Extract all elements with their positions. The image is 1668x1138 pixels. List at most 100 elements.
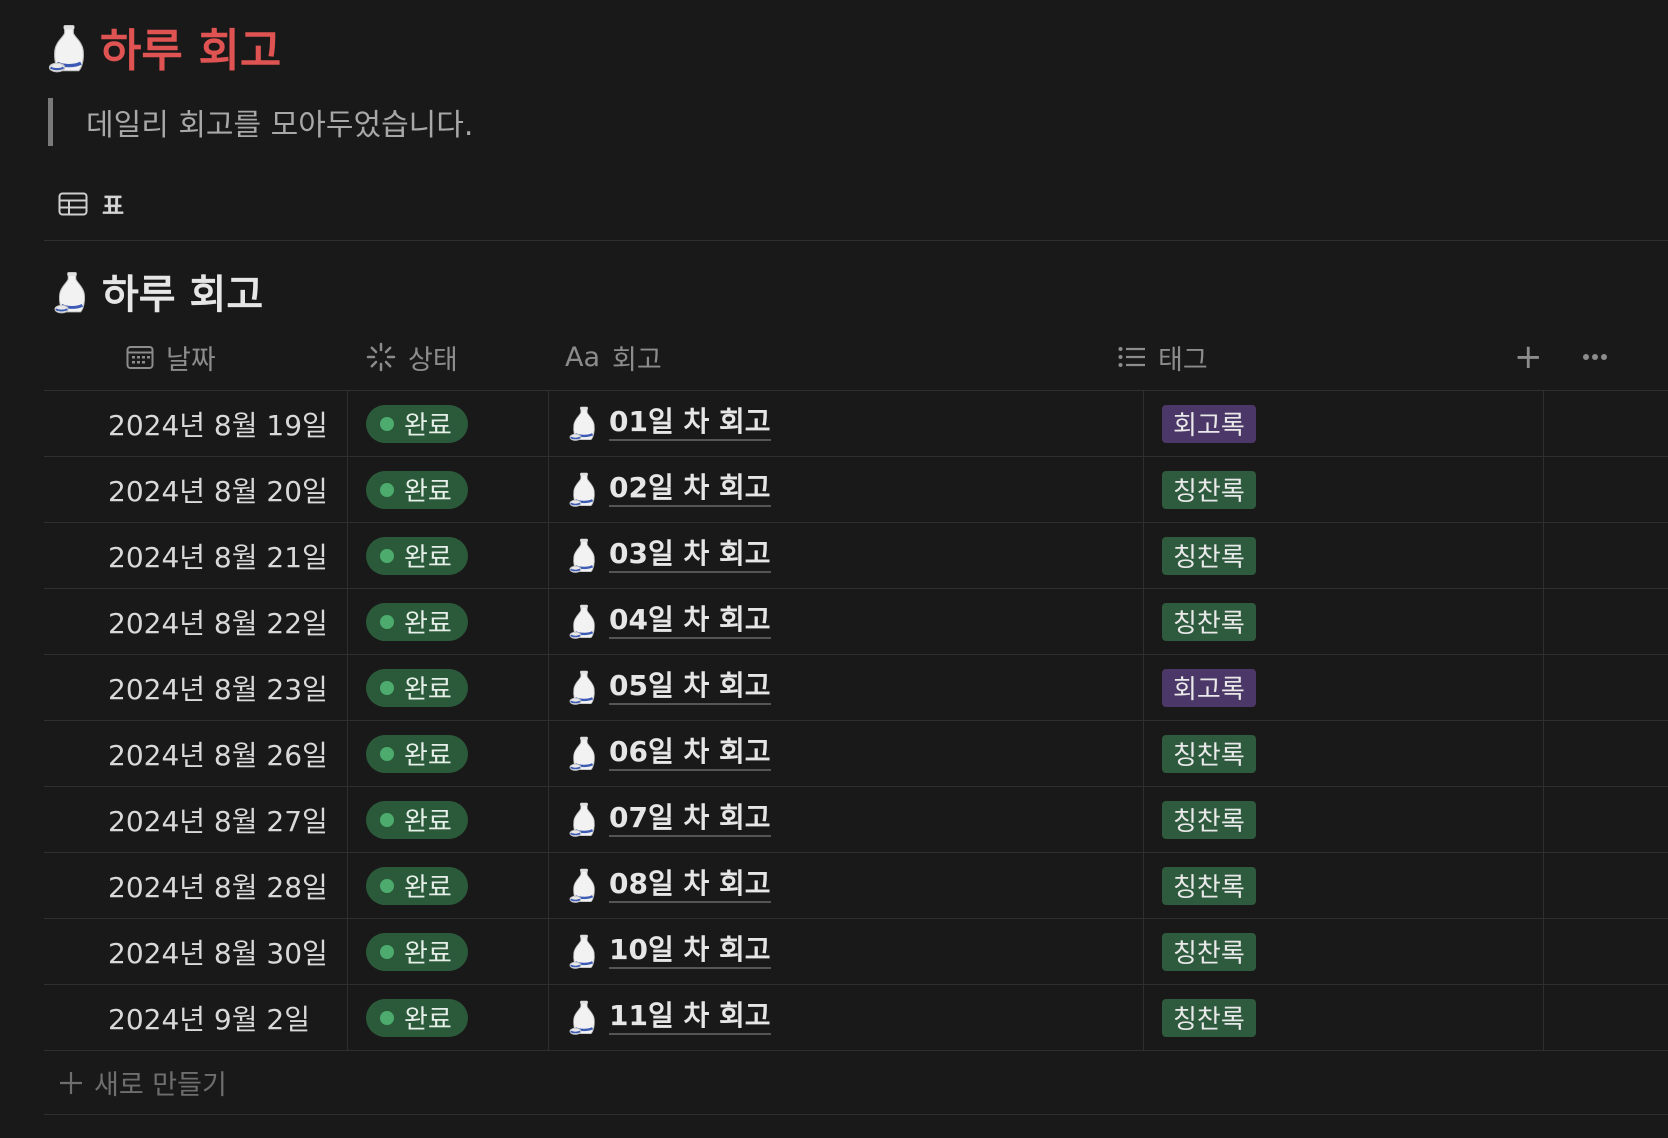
- page-link[interactable]: 08일 차 회고: [609, 868, 771, 903]
- table-row[interactable]: 2024년 8월 21일 완료 03일 차 회고 칭찬록: [44, 523, 1668, 589]
- cell-tag[interactable]: 칭찬록: [1145, 853, 1544, 918]
- tag-badge[interactable]: 칭찬록: [1162, 800, 1256, 839]
- cell-tag[interactable]: 회고록: [1145, 655, 1544, 720]
- status-badge[interactable]: 완료: [366, 536, 468, 575]
- more-options-button[interactable]: [1582, 324, 1608, 390]
- cell-title[interactable]: 01일 차 회고: [550, 391, 1144, 456]
- cell-tag[interactable]: 회고록: [1145, 391, 1544, 456]
- tag-badge[interactable]: 칭찬록: [1162, 602, 1256, 641]
- page-link[interactable]: 10일 차 회고: [609, 934, 771, 969]
- cell-title[interactable]: 02일 차 회고: [550, 457, 1144, 522]
- cell-tag[interactable]: 칭찬록: [1145, 985, 1544, 1050]
- cell-tag[interactable]: 칭찬록: [1145, 457, 1544, 522]
- cell-status[interactable]: 완료: [349, 721, 549, 786]
- status-badge[interactable]: 완료: [366, 800, 468, 839]
- cell-empty[interactable]: [1545, 853, 1668, 918]
- cell-empty[interactable]: [1545, 919, 1668, 984]
- table-row[interactable]: 2024년 8월 28일 완료 08일 차 회고 칭찬록: [44, 853, 1668, 919]
- cell-tag[interactable]: 칭찬록: [1145, 919, 1544, 984]
- cell-title[interactable]: 07일 차 회고: [550, 787, 1144, 852]
- cell-tag[interactable]: 칭찬록: [1145, 721, 1544, 786]
- cell-tag[interactable]: 칭찬록: [1145, 787, 1544, 852]
- page-link[interactable]: 02일 차 회고: [609, 472, 771, 507]
- cell-tag[interactable]: 칭찬록: [1145, 589, 1544, 654]
- status-badge[interactable]: 완료: [366, 734, 468, 773]
- page-link[interactable]: 11일 차 회고: [609, 1000, 771, 1035]
- tag-badge[interactable]: 칭찬록: [1162, 866, 1256, 905]
- cell-empty[interactable]: [1545, 655, 1668, 720]
- page-link[interactable]: 06일 차 회고: [609, 736, 771, 771]
- cell-status[interactable]: 완료: [349, 391, 549, 456]
- status-badge[interactable]: 완료: [366, 404, 468, 443]
- cell-date[interactable]: 2024년 8월 26일: [44, 721, 348, 786]
- status-badge[interactable]: 완료: [366, 602, 468, 641]
- cell-date[interactable]: 2024년 8월 27일: [44, 787, 348, 852]
- cell-date[interactable]: 2024년 8월 23일: [44, 655, 348, 720]
- view-tab-table[interactable]: 표: [58, 186, 124, 221]
- cell-empty[interactable]: [1545, 721, 1668, 786]
- cell-empty[interactable]: [1545, 523, 1668, 588]
- column-header-date[interactable]: 날짜: [126, 324, 216, 390]
- cell-empty[interactable]: [1545, 391, 1668, 456]
- table-row[interactable]: 2024년 8월 23일 완료 05일 차 회고 회고록: [44, 655, 1668, 721]
- cell-date[interactable]: 2024년 8월 28일: [44, 853, 348, 918]
- cell-date[interactable]: 2024년 8월 21일: [44, 523, 348, 588]
- cell-date[interactable]: 2024년 8월 19일: [44, 391, 348, 456]
- cell-date[interactable]: 2024년 8월 22일: [44, 589, 348, 654]
- table-row[interactable]: 2024년 8월 20일 완료 02일 차 회고 칭찬록: [44, 457, 1668, 523]
- cell-date[interactable]: 2024년 8월 20일: [44, 457, 348, 522]
- cell-status[interactable]: 완료: [349, 523, 549, 588]
- status-badge[interactable]: 완료: [366, 668, 468, 707]
- new-row-button[interactable]: 새로 만들기: [44, 1051, 1668, 1115]
- cell-title[interactable]: 10일 차 회고: [550, 919, 1144, 984]
- cell-status[interactable]: 완료: [349, 655, 549, 720]
- page-description[interactable]: 데일리 회고를 모아두었습니다.: [86, 100, 473, 144]
- page-title-text[interactable]: 하루 회고: [100, 14, 281, 79]
- database-title[interactable]: 하루 회고: [54, 262, 263, 320]
- table-row[interactable]: 2024년 8월 22일 완료 04일 차 회고 칭찬록: [44, 589, 1668, 655]
- tag-badge[interactable]: 칭찬록: [1162, 734, 1256, 773]
- status-badge[interactable]: 완료: [366, 998, 468, 1037]
- table-row[interactable]: 2024년 8월 30일 완료 10일 차 회고 칭찬록: [44, 919, 1668, 985]
- table-row[interactable]: 2024년 8월 27일 완료 07일 차 회고 칭찬록: [44, 787, 1668, 853]
- tag-badge[interactable]: 칭찬록: [1162, 998, 1256, 1037]
- tag-badge[interactable]: 회고록: [1162, 668, 1256, 707]
- tag-badge[interactable]: 칭찬록: [1162, 536, 1256, 575]
- cell-tag[interactable]: 칭찬록: [1145, 523, 1544, 588]
- cell-status[interactable]: 완료: [349, 853, 549, 918]
- cell-date[interactable]: 2024년 9월 2일: [44, 985, 348, 1050]
- table-row[interactable]: 2024년 9월 2일 완료 11일 차 회고 칭찬록: [44, 985, 1668, 1051]
- tag-badge[interactable]: 칭찬록: [1162, 932, 1256, 971]
- tag-badge[interactable]: 칭찬록: [1162, 470, 1256, 509]
- cell-date[interactable]: 2024년 8월 30일: [44, 919, 348, 984]
- cell-status[interactable]: 완료: [349, 919, 549, 984]
- cell-status[interactable]: 완료: [349, 457, 549, 522]
- cell-title[interactable]: 08일 차 회고: [550, 853, 1144, 918]
- status-badge[interactable]: 완료: [366, 932, 468, 971]
- table-row[interactable]: 2024년 8월 26일 완료 06일 차 회고 칭찬록: [44, 721, 1668, 787]
- column-header-status[interactable]: 상태: [366, 324, 458, 390]
- cell-title[interactable]: 06일 차 회고: [550, 721, 1144, 786]
- column-header-title[interactable]: Aa 회고: [565, 324, 662, 390]
- cell-status[interactable]: 완료: [349, 985, 549, 1050]
- cell-status[interactable]: 완료: [349, 589, 549, 654]
- status-badge[interactable]: 완료: [366, 470, 468, 509]
- cell-title[interactable]: 03일 차 회고: [550, 523, 1144, 588]
- cell-empty[interactable]: [1545, 787, 1668, 852]
- page-link[interactable]: 01일 차 회고: [609, 406, 771, 441]
- cell-empty[interactable]: [1545, 985, 1668, 1050]
- tag-badge[interactable]: 회고록: [1162, 404, 1256, 443]
- cell-title[interactable]: 05일 차 회고: [550, 655, 1144, 720]
- table-row[interactable]: 2024년 8월 19일 완료 01일 차 회고 회고록: [44, 391, 1668, 457]
- cell-status[interactable]: 완료: [349, 787, 549, 852]
- cell-empty[interactable]: [1545, 589, 1668, 654]
- column-header-tag[interactable]: 태그: [1118, 324, 1208, 390]
- page-link[interactable]: 04일 차 회고: [609, 604, 771, 639]
- page-link[interactable]: 03일 차 회고: [609, 538, 771, 573]
- cell-empty[interactable]: [1545, 457, 1668, 522]
- status-badge[interactable]: 완료: [366, 866, 468, 905]
- cell-title[interactable]: 11일 차 회고: [550, 985, 1144, 1050]
- page-link[interactable]: 05일 차 회고: [609, 670, 771, 705]
- add-column-button[interactable]: +: [1514, 324, 1543, 390]
- cell-title[interactable]: 04일 차 회고: [550, 589, 1144, 654]
